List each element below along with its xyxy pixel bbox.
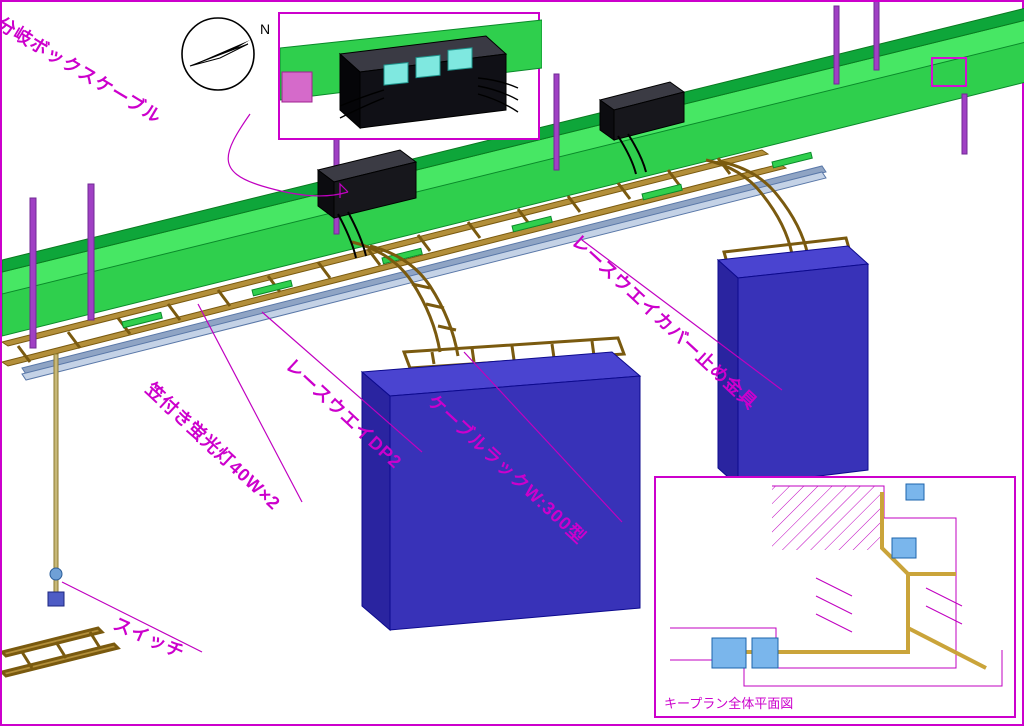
svg-text:N: N (260, 21, 270, 37)
keyplan-inset[interactable]: キープラン全体平面図 (654, 476, 1016, 718)
drawing-viewport[interactable]: 分岐ボックスケーブル レースウエイカバー止め金具 レースウエイDP2 ケーブルラ… (0, 0, 1024, 726)
detail-inset-junction-box[interactable] (278, 12, 540, 140)
compass-icon: N (170, 10, 280, 100)
